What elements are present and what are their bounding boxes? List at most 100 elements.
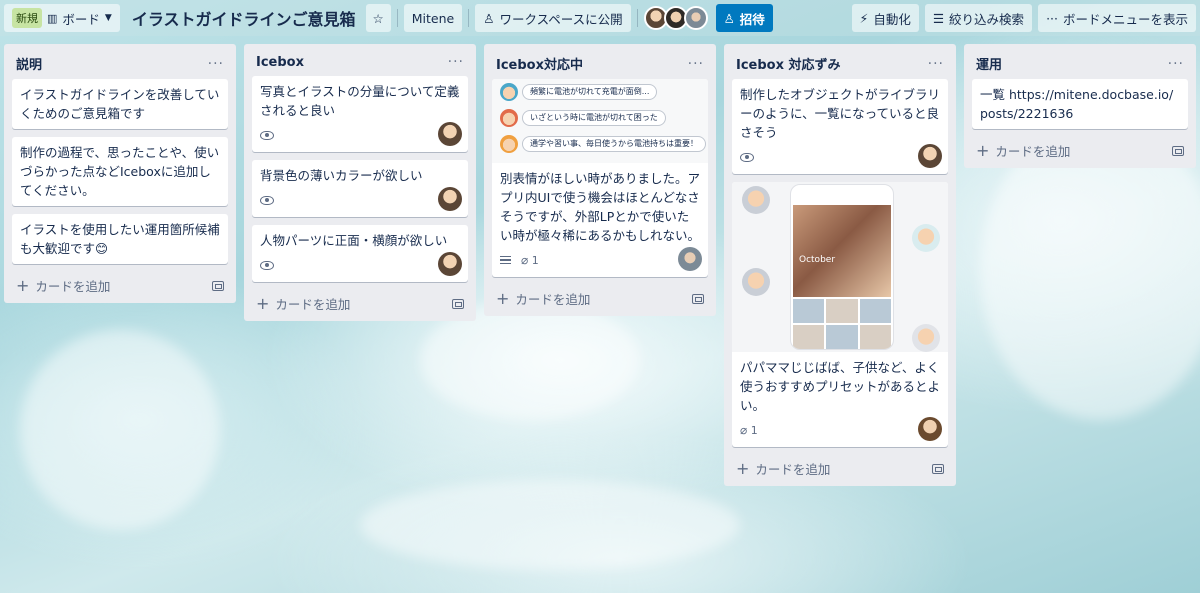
card-title: 別表情がほしい時がありました。アプリ内UIで使う機会はほとんどなさそうですが、外… <box>500 171 701 243</box>
add-person-icon: ♙ <box>723 10 735 26</box>
visibility-button[interactable]: ♙ ワークスペースに公開 <box>475 4 631 32</box>
watch-eye-icon <box>260 130 274 140</box>
chat-bubble: 頻繁に電池が切れて充電が面倒... <box>522 84 658 100</box>
person-face-icon <box>500 109 518 127</box>
card[interactable]: 写真とイラストの分量について定義されると良い <box>252 76 468 152</box>
attachment-badge: ⌀ 1 <box>740 421 758 440</box>
automation-label: 自動化 <box>873 11 911 27</box>
list-title[interactable]: Icebox <box>256 55 304 70</box>
card-cover-image: October <box>732 182 948 352</box>
list-menu-icon[interactable]: ··· <box>928 56 944 72</box>
board-switcher-label: ボード <box>62 11 100 27</box>
lightning-icon: ⚡ <box>859 10 869 26</box>
avatar[interactable] <box>918 417 942 441</box>
new-badge: 新規 <box>12 8 42 28</box>
template-icon[interactable] <box>692 293 704 304</box>
automation-button[interactable]: ⚡ 自動化 <box>851 4 919 32</box>
invite-button[interactable]: ♙ 招待 <box>715 4 773 32</box>
avatar[interactable] <box>678 247 702 271</box>
template-icon[interactable] <box>452 298 464 309</box>
template-icon[interactable] <box>212 280 224 291</box>
avatar[interactable] <box>918 144 942 168</box>
list-title[interactable]: Icebox対応中 <box>496 54 583 73</box>
card[interactable]: October パパママじじばば、子供など、よく使うおすすめプリセットがあるとよ… <box>732 182 948 447</box>
phone-month-label: October <box>799 255 836 265</box>
header-divider <box>396 9 398 27</box>
list-title[interactable]: 運用 <box>976 54 1002 73</box>
list-icebox-done: Icebox 対応ずみ ··· 制作したオブジェクトがライブラリーのように、一覧… <box>724 44 956 486</box>
list-menu-icon[interactable]: ··· <box>448 54 464 70</box>
attachment-count: 1 <box>531 253 539 267</box>
add-card-row: + カードを追加 <box>4 272 236 297</box>
filter-button[interactable]: ☰ 絞り込み検索 <box>924 4 1033 32</box>
card-title: 制作の過程で、思ったことや、使いづらかった点などIceboxに追加してください。 <box>20 145 220 198</box>
avatar[interactable] <box>438 122 462 146</box>
list-header: 運用 ··· <box>964 48 1196 79</box>
list-header: Icebox ··· <box>244 48 476 76</box>
add-card-button[interactable]: + カードを追加 <box>496 289 590 308</box>
paperclip-icon: ⌀ <box>740 422 748 437</box>
list-operation: 運用 ··· 一覧 https://mitene.docbase.io/post… <box>964 44 1196 168</box>
card-title: 背景色の薄いカラーが欲しい <box>260 168 423 183</box>
template-icon[interactable] <box>932 463 944 474</box>
plus-icon: + <box>736 458 750 478</box>
board-switcher-button[interactable]: 新規 ▥ ボード ▼ <box>4 4 120 32</box>
card[interactable]: 背景色の薄いカラーが欲しい <box>252 160 468 217</box>
add-card-row: + カードを追加 <box>724 455 956 480</box>
list-menu-icon[interactable]: ··· <box>208 56 224 72</box>
board-menu-label: ボードメニューを表示 <box>1062 11 1188 27</box>
avatar[interactable] <box>438 187 462 211</box>
add-card-button[interactable]: + カードを追加 <box>256 294 350 313</box>
chat-bubble-row: いざという時に電池が切れて困った <box>500 109 666 127</box>
paperclip-icon: ⌀ <box>521 252 529 267</box>
list-header: 説明 ··· <box>4 48 236 79</box>
card-title: 写真とイラストの分量について定義されると良い <box>260 84 460 118</box>
chevron-down-icon: ▼ <box>104 13 112 23</box>
star-icon: ☆ <box>372 10 384 26</box>
card-badges: ⌀ 1 <box>500 249 700 271</box>
chat-bubble-row: 頻繁に電池が切れて充電が面倒... <box>500 83 658 101</box>
person-illustration-icon <box>912 224 940 252</box>
person-face-icon <box>500 135 518 153</box>
chat-bubble: 通学や習い事、毎日使うから電池持ちは重要！ <box>522 136 706 152</box>
invite-label: 招待 <box>739 11 765 27</box>
card[interactable]: 一覧 https://mitene.docbase.io/posts/22216… <box>972 79 1188 129</box>
add-card-button[interactable]: + カードを追加 <box>976 141 1070 160</box>
card[interactable]: イラストガイドラインを改善していくためのご意見箱です <box>12 79 228 129</box>
person-face-icon <box>500 83 518 101</box>
board-title[interactable]: イラストガイドラインご意見箱 <box>132 6 356 30</box>
card[interactable]: イラストを使用したい運用箇所候補も大歓迎です😊 <box>12 214 228 264</box>
workspace-button[interactable]: Mitene <box>403 4 463 32</box>
add-card-label: カードを追加 <box>515 292 591 307</box>
card[interactable]: 人物パーツに正面・横顔が欲しい <box>252 225 468 282</box>
list-menu-icon[interactable]: ··· <box>688 56 704 72</box>
plus-icon: + <box>256 293 270 313</box>
add-card-button[interactable]: + カードを追加 <box>16 276 110 295</box>
add-card-row: + カードを追加 <box>964 137 1196 162</box>
card[interactable]: 制作の過程で、思ったことや、使いづらかった点などIceboxに追加してください。 <box>12 137 228 206</box>
header-divider <box>636 9 638 27</box>
avatar[interactable] <box>683 6 708 30</box>
card-title: 一覧 https://mitene.docbase.io/posts/22216… <box>980 87 1174 121</box>
chat-bubble: いざという時に電池が切れて困った <box>522 110 666 126</box>
list-menu-icon[interactable]: ··· <box>1168 56 1184 72</box>
chat-bubble-row: 通学や習い事、毎日使うから電池持ちは重要！ <box>500 135 706 153</box>
card[interactable]: 制作したオブジェクトがライブラリーのように、一覧になっていると良さそう <box>732 79 948 174</box>
board-icon: ▥ <box>47 11 58 25</box>
plus-icon: + <box>976 140 990 160</box>
more-icon: ··· <box>1046 10 1058 26</box>
add-card-button[interactable]: + カードを追加 <box>736 459 830 478</box>
board-menu-button[interactable]: ··· ボードメニューを表示 <box>1038 4 1196 32</box>
list-title[interactable]: Icebox 対応ずみ <box>736 54 841 73</box>
description-icon <box>500 255 511 265</box>
card[interactable]: 頻繁に電池が切れて充電が面倒... いざという時に電池が切れて困った 通学や習い… <box>492 79 708 277</box>
visibility-label: ワークスペースに公開 <box>499 11 623 27</box>
background-ice-shape <box>360 480 740 570</box>
phone-photo-grid <box>793 299 891 349</box>
avatar[interactable] <box>438 252 462 276</box>
plus-icon: + <box>16 275 30 295</box>
star-button[interactable]: ☆ <box>365 4 391 32</box>
list-title[interactable]: 説明 <box>16 54 42 73</box>
template-icon[interactable] <box>1172 145 1184 156</box>
card-badges: ⌀ 1 <box>740 419 940 441</box>
